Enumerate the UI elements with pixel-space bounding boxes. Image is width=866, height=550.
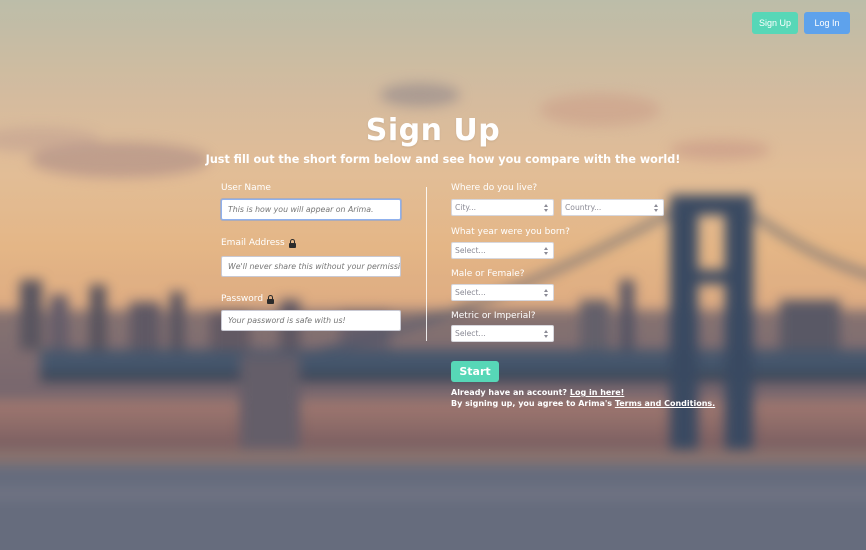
updown-arrows-icon [544,329,549,339]
password-label: Password [221,294,275,304]
nav-signup-button[interactable]: Sign Up [752,12,798,34]
start-button[interactable]: Start [451,361,499,382]
updown-arrows-icon [544,203,549,213]
city-select[interactable]: City... [451,199,554,216]
login-link[interactable]: Log in here! [570,388,624,397]
username-input[interactable] [221,199,401,220]
gender-label-text: Male or Female? [451,269,525,279]
email-label-text: Email Address [221,238,285,248]
terms-link[interactable]: Terms and Conditions. [615,399,715,408]
email-input[interactable] [221,256,401,277]
password-label-text: Password [221,294,264,304]
terms-notice: By signing up, you agree to Arima's Term… [451,399,715,408]
birth-year-label-text: What year were you born? [451,227,570,237]
login-prompt-text: Already have an account? [451,388,568,397]
birth-year-select-value: Select... [455,246,486,255]
gender-select[interactable]: Select... [451,284,554,301]
updown-arrows-icon [544,288,549,298]
nav-login-button[interactable]: Log In [804,12,850,34]
country-select-value: Country... [565,203,602,212]
overlay [0,0,866,550]
country-select[interactable]: Country... [561,199,664,216]
lock-icon [267,295,275,304]
email-label: Email Address [221,238,296,248]
updown-arrows-icon [544,246,549,256]
page-subtitle: Just fill out the short form below and s… [205,153,681,166]
units-select-value: Select... [455,329,486,338]
column-divider [426,187,427,341]
gender-label: Male or Female? [451,269,525,279]
gender-select-value: Select... [455,288,486,297]
username-label-text: User Name [221,183,271,193]
location-label-text: Where do you live? [451,183,538,193]
login-prompt: Already have an account? Log in here! [451,388,624,397]
birth-year-select[interactable]: Select... [451,242,554,259]
terms-text: By signing up, you agree to Arima's [451,399,613,408]
birth-year-label: What year were you born? [451,227,570,237]
units-label: Metric or Imperial? [451,311,536,321]
username-label: User Name [221,183,271,193]
background-image [0,0,866,550]
city-select-value: City... [455,203,477,212]
units-label-text: Metric or Imperial? [451,311,536,321]
units-select[interactable]: Select... [451,325,554,342]
location-label: Where do you live? [451,183,537,193]
lock-icon [288,239,296,248]
page-title: Sign Up [365,113,501,148]
password-input[interactable] [221,310,401,331]
updown-arrows-icon [654,203,659,213]
